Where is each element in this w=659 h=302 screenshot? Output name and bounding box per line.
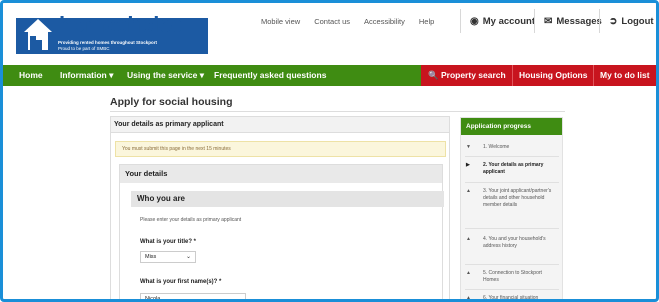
brand-name: homechoice	[59, 12, 183, 37]
nav-divider	[512, 65, 513, 86]
mobile-view-link[interactable]: Mobile view	[261, 17, 300, 26]
page-title: Apply for social housing	[110, 96, 233, 108]
progress-step-2[interactable]: ▶ 2. Your details as primary applicant	[466, 162, 558, 176]
accessibility-link[interactable]: Accessibility	[364, 17, 405, 26]
chevron-up-icon: ▲	[466, 236, 471, 242]
your-details-heading: Your details	[120, 165, 442, 183]
progress-step-3[interactable]: ▲ 3. Your joint applicant/partner's deta…	[466, 188, 558, 209]
divider	[465, 228, 559, 229]
chevron-up-icon: ▲	[466, 295, 471, 301]
envelope-icon: ✉	[544, 15, 553, 27]
help-link[interactable]: Help	[419, 17, 434, 26]
applicant-form-panel: Your details as primary applicant You mu…	[110, 116, 450, 299]
top-links: Mobile view Contact us Accessibility Hel…	[261, 17, 448, 26]
user-icon: ◉	[470, 15, 479, 27]
chevron-down-icon: ▾	[109, 70, 114, 80]
form-hint: Please enter your details as primary app…	[140, 217, 242, 223]
divider	[465, 289, 559, 290]
nav-information[interactable]: Information ▾	[60, 65, 113, 86]
progress-step-4[interactable]: ▲ 4. You and your household's address hi…	[466, 236, 558, 250]
progress-step-label: 5. Connection to Stockport Homes	[483, 270, 542, 283]
nav-housing-options[interactable]: Housing Options	[519, 65, 587, 86]
chevron-down-icon: ▾	[199, 70, 205, 80]
site-header: homechoice Providing rented homes throug…	[3, 3, 656, 65]
progress-step-5[interactable]: ▲ 5. Connection to Stockport Homes	[466, 270, 558, 284]
chevron-up-icon: ▲	[466, 188, 471, 194]
progress-step-label: 4. You and your household's address hist…	[483, 236, 546, 249]
logout-icon: ➲	[609, 15, 618, 27]
progress-step-1[interactable]: ▼ 1. Welcome	[466, 144, 558, 151]
section-header: Your details as primary applicant	[111, 117, 449, 133]
current-step-arrow-icon: ▶	[466, 162, 470, 168]
my-account-label: My account	[482, 15, 535, 27]
divider	[465, 264, 559, 265]
chevron-down-icon: ▼	[466, 144, 471, 150]
logout-button[interactable]: ➲ Logout	[599, 9, 654, 33]
messages-label: Messages	[556, 15, 602, 27]
title-select[interactable]: Miss ⌄	[140, 251, 196, 263]
chevron-down-icon: ⌄	[185, 254, 191, 260]
timeout-warning: You must submit this page in the next 15…	[115, 141, 446, 157]
screenshot-frame: homechoice Providing rented homes throug…	[0, 0, 659, 302]
progress-step-label: 6. Your financial situation	[483, 295, 539, 301]
messages-button[interactable]: ✉ Messages	[534, 9, 602, 33]
chevron-up-icon: ▲	[466, 270, 471, 276]
progress-step-label: 2. Your details as primary applicant	[483, 162, 544, 175]
house-logo-icon	[20, 18, 56, 54]
nav-information-label: Information	[60, 70, 107, 80]
title-label: What is your title? *	[140, 239, 197, 245]
nav-divider	[593, 65, 594, 86]
title-select-value: Miss	[145, 254, 157, 260]
divider	[465, 182, 559, 183]
homechoice-logo[interactable]: homechoice Providing rented homes throug…	[16, 10, 208, 56]
logout-label: Logout	[621, 15, 654, 27]
my-account-button[interactable]: ◉ My account	[460, 9, 535, 33]
contact-us-link[interactable]: Contact us	[314, 17, 350, 26]
nav-property-search[interactable]: 🔍 Property search	[428, 65, 506, 86]
nav-using-service-label: Using the service	[127, 70, 198, 80]
progress-step-label: 1. Welcome	[483, 144, 510, 150]
application-progress-panel: Application progress ▼ 1. Welcome ▶ 2. Y…	[460, 117, 563, 301]
who-you-are-heading: Who you are	[131, 191, 444, 207]
first-name-value: Nicola	[145, 296, 161, 302]
main-nav: Home Information ▾ Using the service ▾ F…	[3, 65, 656, 86]
nav-home[interactable]: Home	[19, 65, 43, 86]
nav-using-service[interactable]: Using the service ▾	[127, 65, 204, 86]
divider	[110, 111, 565, 112]
nav-todo-list[interactable]: My to do list	[600, 65, 650, 86]
brand-tagline: Providing rented homes throughout Stockp…	[58, 40, 157, 52]
progress-step-6[interactable]: ▲ 6. Your financial situation	[466, 295, 558, 301]
first-name-input[interactable]: Nicola	[140, 293, 246, 302]
brand-tagline-line-2: Proud to be part of SMBC	[58, 46, 110, 51]
first-name-label: What is your first name(s)? *	[140, 279, 222, 285]
progress-step-label: 3. Your joint applicant/partner's detail…	[483, 188, 552, 208]
nav-faq[interactable]: Frequently asked questions	[214, 65, 326, 86]
nav-property-search-label: Property search	[440, 70, 506, 80]
application-progress-heading: Application progress	[461, 118, 562, 135]
search-icon: 🔍	[428, 70, 439, 80]
divider	[465, 156, 559, 157]
